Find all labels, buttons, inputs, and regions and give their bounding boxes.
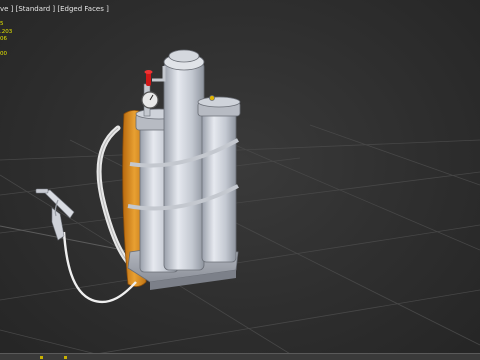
tank-center-cap [168, 49, 200, 63]
timeline-marker [64, 356, 67, 359]
ground-grid [0, 124, 480, 360]
statistics-overlay: 5 .203 06 00 [0, 21, 12, 59]
stats-line [0, 44, 12, 52]
stats-line: .203 [0, 28, 13, 35]
stats-line: 5 [0, 21, 4, 27]
valve-handle [146, 72, 151, 86]
viewport-bottom-bar [0, 353, 480, 360]
tank-right [197, 95, 241, 263]
spray-gun [35, 188, 75, 241]
valve-assembly [141, 66, 166, 117]
timeline-marker [40, 356, 43, 359]
viewport-label[interactable]: ve ] [Standard ] [Edged Faces ] [0, 3, 109, 15]
stats-line: 00 [0, 51, 7, 58]
stats-line: 06 [0, 36, 7, 43]
perspective-viewport[interactable]: ve ] [Standard ] [Edged Faces ] 5 .203 0… [0, 0, 480, 360]
scene-canvas[interactable] [0, 0, 480, 360]
